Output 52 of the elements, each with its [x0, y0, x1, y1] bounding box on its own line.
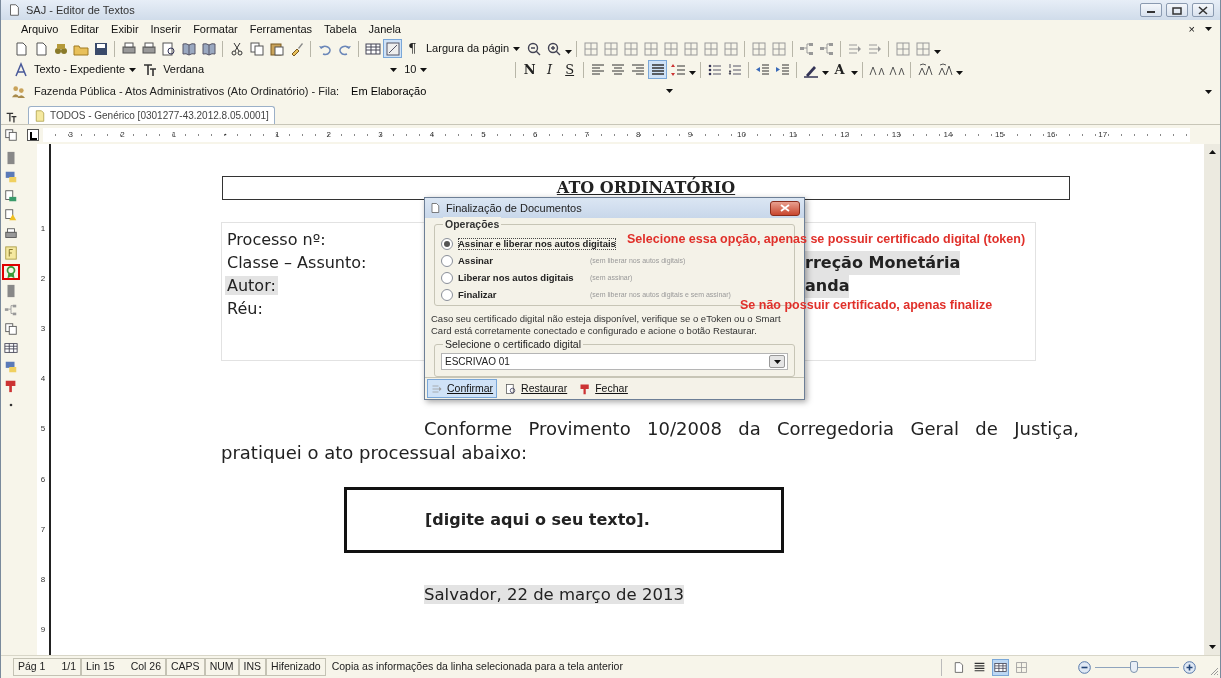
ruler-number: 3 [377, 128, 384, 141]
status-text: CAPS [171, 659, 200, 675]
status-text: 1/1 [61, 659, 77, 675]
ruler-number: 11 [787, 128, 799, 141]
ruler-number: 14 [942, 128, 954, 141]
ruler-number: 3 [40, 323, 46, 336]
queue-label: Fazenda Pública - Atos Administrativos (Ato Ordinatório) - Fila: [34, 83, 340, 99]
status-text: INS [243, 659, 262, 675]
ruler-number: 15 [994, 128, 1005, 141]
ruler-number: 16 [1045, 128, 1057, 141]
ruler-number: 7 [40, 523, 46, 536]
ruler-number: 6 [531, 128, 539, 141]
status-text: Col 26 [130, 659, 162, 675]
ruler-number: 17 [1097, 128, 1109, 141]
placeholder-text: [digite aqui o seu texto]. [425, 509, 650, 531]
status-text: NUM [209, 659, 234, 675]
ruler-number: 12 [839, 128, 851, 141]
status-message: Copia as informações da linha selecionada para a tela anterior [330, 659, 624, 675]
ruler-number: 2 [40, 273, 46, 286]
field-label: Réu: [226, 298, 264, 318]
status-text: Lin 15 [86, 659, 115, 675]
status-text: Hifenizado [271, 659, 321, 675]
status-text: Pág 1 [18, 659, 46, 675]
group-title: Selecione o certificado digital [443, 337, 583, 353]
ruler-number: 4 [40, 373, 46, 386]
ruler-number: 10 [736, 128, 747, 141]
ruler-number: 8 [635, 128, 642, 141]
ruler-number: 9 [686, 128, 694, 141]
ruler-number: 5 [480, 128, 487, 141]
ruler-number: 6 [40, 473, 46, 486]
dialog-title: Finalização de Documentos [446, 200, 582, 216]
ruler-number: 13 [890, 128, 902, 141]
field-value: anda [805, 273, 850, 298]
field-label: Classe – Assunto: [226, 252, 368, 272]
ruler-number: 5 [40, 423, 46, 436]
field-label: Processo nº: [226, 229, 327, 249]
ruler-number: 8 [40, 573, 46, 586]
field-value: rreção Monetária [805, 250, 961, 275]
ruler-number: 1 [170, 128, 178, 141]
ruler-number: 9 [40, 623, 46, 636]
ruler-number: 4 [428, 128, 436, 141]
ruler-number: 2 [119, 128, 126, 141]
document-paragraph: Conforme Provimento 10/2008 da Corregedoria Geral de Justiça, pratiquei o ato processual abaixo: [221, 417, 1079, 465]
info-text: Caso seu certificado digital não esteja disponível, verifique se o eToken ou o Smart Card está corretamente conectado e configurado e acione o botão Restaurar. [431, 313, 782, 336]
ruler-number: 7 [583, 128, 590, 141]
ruler-number: 1 [40, 223, 46, 236]
ruler-number: 2 [325, 128, 332, 141]
ruler-number: 3 [67, 128, 74, 141]
window-title: SAJ - Editor de Textos [26, 2, 135, 18]
group-title: Operações [443, 217, 502, 233]
field-label: Autor: [225, 275, 278, 295]
ruler-number: 1 [273, 128, 281, 141]
